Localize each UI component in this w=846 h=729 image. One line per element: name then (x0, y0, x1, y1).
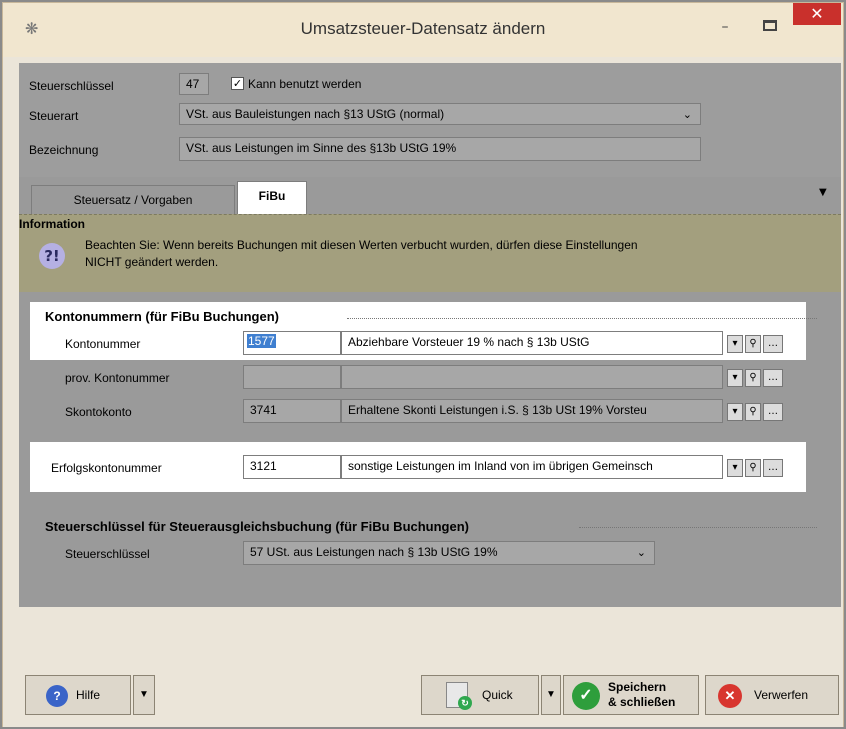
save-label-line-2: & schließen (608, 695, 676, 709)
erfolg-search-icon[interactable]: ⚲ (745, 459, 761, 477)
steuerart-label: Steuerart (29, 109, 79, 123)
steuerschluessel-field[interactable]: 47 (179, 73, 209, 95)
hilfe-label: Hilfe (76, 688, 101, 702)
information-text: Beachten Sie: Wenn bereits Buchungen mit… (85, 237, 825, 271)
maximize-button[interactable] (760, 17, 780, 35)
kontonummer-more-button[interactable]: … (763, 335, 783, 353)
skonto-more-button[interactable]: … (763, 403, 783, 421)
skonto-dropdown-button[interactable]: ▾ (727, 403, 743, 421)
save-label-line-1: Speichern (608, 680, 667, 694)
hilfe-dropdown-button[interactable]: ▼ (133, 675, 155, 715)
minimize-button[interactable]: – (715, 20, 735, 37)
chevron-down-icon: ⌄ (636, 547, 646, 559)
skonto-search-icon[interactable]: ⚲ (745, 403, 761, 421)
kontonummer-label: Kontonummer (65, 337, 141, 351)
tab-steuersatz[interactable]: Steuersatz / Vorgaben (31, 185, 235, 215)
kontonummer-search-icon[interactable]: ⚲ (745, 335, 761, 353)
ausgleich-steuerschluessel-select[interactable]: 57 USt. aus Leistungen nach § 13b UStG 1… (243, 541, 655, 565)
bezeichnung-label: Bezeichnung (29, 143, 99, 157)
prov-dropdown-button[interactable]: ▾ (727, 369, 743, 387)
verwerfen-label: Verwerfen (754, 688, 809, 702)
prov-kontonummer-input[interactable] (243, 365, 341, 389)
erfolg-more-button[interactable]: … (763, 459, 783, 477)
quick-label: Quick (482, 688, 513, 702)
quick-button[interactable]: ↻ Quick (421, 675, 539, 715)
tab-fibu[interactable]: FiBu (237, 181, 307, 215)
erfolgskontonummer-input[interactable]: 3121 (243, 455, 341, 479)
verwerfen-button[interactable]: ✕ Verwerfen (705, 675, 839, 715)
hilfe-button[interactable]: ? Hilfe (25, 675, 131, 715)
erfolgskontonummer-description: sonstige Leistungen im Inland von im übr… (341, 455, 723, 479)
skontokonto-description: Erhaltene Skonti Leistungen i.S. § 13b U… (341, 399, 723, 423)
prov-search-icon[interactable]: ⚲ (745, 369, 761, 387)
dialog-window: ❋ Umsatzsteuer-Datensatz ändern – ✕ Steu… (2, 2, 844, 727)
speichern-schliessen-button[interactable]: ✓ Speichern & schließen (563, 675, 699, 715)
information-title: Information (19, 217, 85, 231)
title-bar: ❋ Umsatzsteuer-Datensatz ändern – ✕ (3, 3, 843, 57)
help-icon: ? (46, 685, 68, 707)
steuerart-value: VSt. aus Bauleistungen nach §13 UStG (no… (186, 107, 445, 121)
kann-benutzt-checkbox[interactable]: ✓ (231, 77, 244, 90)
speichern-label: Speichern & schließen (608, 680, 675, 710)
refresh-icon: ↻ (458, 696, 472, 710)
question-exclamation-icon: ?! (39, 243, 65, 269)
tabs-overflow-icon[interactable]: ▼ (819, 187, 827, 198)
steuerschluessel-label: Steuerschlüssel (29, 79, 114, 93)
maximize-icon (763, 20, 777, 31)
kontonummer-dropdown-button[interactable]: ▾ (727, 335, 743, 353)
konten-section-title: Kontonummern (für FiBu Buchungen) (45, 309, 279, 324)
information-panel: Information ?! Beachten Sie: Wenn bereit… (19, 214, 841, 292)
prov-more-button[interactable]: … (763, 369, 783, 387)
kontonummer-input[interactable]: 1577 (243, 331, 341, 355)
quick-dropdown-button[interactable]: ▼ (541, 675, 561, 715)
checkmark-icon: ✓ (572, 682, 600, 710)
information-line-2: NICHT geändert werden. (85, 255, 219, 269)
kann-benutzt-label: Kann benutzt werden (248, 77, 362, 91)
client-area: Steuerschlüssel 47 ✓ Kann benutzt werden… (19, 63, 841, 667)
kontonummer-description: Abziehbare Vorsteuer 19 % nach § 13b USt… (341, 331, 723, 355)
ausgleich-steuerschluessel-label: Steuerschlüssel (65, 547, 150, 561)
skontokonto-input[interactable]: 3741 (243, 399, 341, 423)
ausgleich-section-title: Steuerschlüssel für Steuerausgleichsbuch… (45, 519, 469, 534)
bezeichnung-field[interactable]: VSt. aus Leistungen im Sinne des §13b US… (179, 137, 701, 161)
information-line-1: Beachten Sie: Wenn bereits Buchungen mit… (85, 238, 638, 252)
erfolgskontonummer-label: Erfolgskontonummer (51, 461, 162, 475)
steuerart-select[interactable]: VSt. aus Bauleistungen nach §13 UStG (no… (179, 103, 701, 125)
kontonummer-value: 1577 (247, 334, 276, 348)
close-button[interactable]: ✕ (793, 3, 841, 25)
section-divider (347, 318, 817, 319)
ausgleich-value: 57 USt. aus Leistungen nach § 13b UStG 1… (250, 545, 498, 559)
footer-bar: ? Hilfe ▼ ↻ Quick ▼ ✓ Speichern & schlie… (3, 607, 843, 727)
prov-kontonummer-description (341, 365, 723, 389)
cancel-icon: ✕ (718, 684, 742, 708)
section-divider (579, 527, 817, 528)
skontokonto-label: Skontokonto (65, 405, 132, 419)
prov-kontonummer-label: prov. Kontonummer (65, 371, 170, 385)
erfolg-dropdown-button[interactable]: ▾ (727, 459, 743, 477)
chevron-down-icon: ⌄ (682, 109, 692, 121)
